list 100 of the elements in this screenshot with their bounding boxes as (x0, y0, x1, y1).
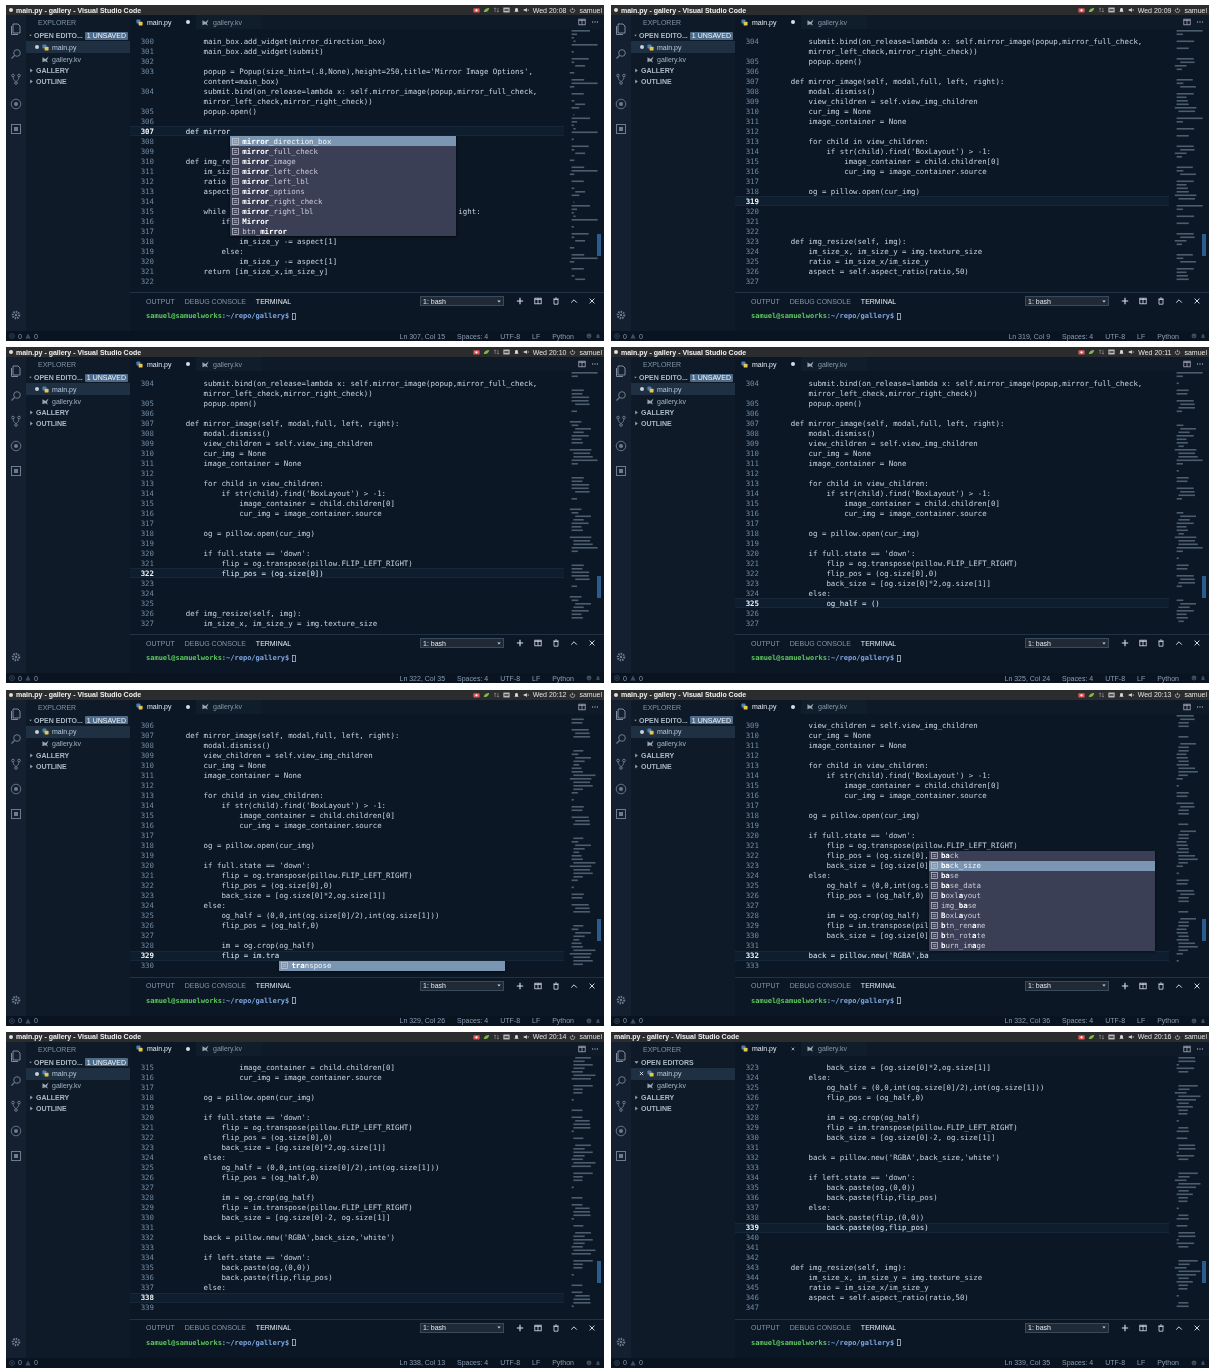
transfer-icon[interactable] (1097, 7, 1105, 13)
search-icon[interactable] (615, 1074, 627, 1087)
bell-icon[interactable] (1118, 349, 1126, 356)
power-icon[interactable] (569, 1033, 577, 1040)
plus-icon[interactable] (516, 1323, 524, 1332)
branch-icon[interactable] (615, 73, 627, 85)
caret-icon[interactable] (634, 1105, 639, 1111)
files-icon[interactable] (615, 365, 627, 378)
keyboard-icon[interactable] (1107, 691, 1115, 698)
chevron-up-icon[interactable] (1175, 981, 1183, 990)
caret-icon[interactable] (634, 763, 639, 769)
bell-icon[interactable] (1117, 7, 1125, 13)
unsaved-dot[interactable] (791, 362, 795, 367)
trash-icon[interactable] (552, 297, 560, 305)
split-editor-icon[interactable] (578, 702, 586, 711)
split-terminal-icon[interactable] (1139, 1323, 1147, 1332)
close-icon[interactable] (1193, 297, 1201, 305)
extensions-icon[interactable] (10, 1149, 22, 1162)
speaker-icon[interactable] (1127, 7, 1135, 13)
branch-icon[interactable] (10, 1099, 22, 1112)
extensions-icon[interactable] (615, 807, 627, 820)
debug-icon[interactable] (10, 1124, 22, 1137)
camera-icon[interactable] (472, 1033, 480, 1040)
leaf-icon[interactable] (482, 691, 490, 698)
transfer-icon[interactable] (492, 349, 500, 356)
extensions-icon[interactable] (10, 465, 22, 478)
transfer-icon[interactable] (492, 7, 500, 13)
trash-icon[interactable] (1157, 297, 1165, 305)
close-icon[interactable] (588, 1323, 596, 1332)
close-icon[interactable] (588, 981, 596, 990)
power-icon[interactable] (1174, 1033, 1182, 1040)
unsaved-dot[interactable] (186, 704, 190, 709)
settings-icon[interactable] (10, 651, 22, 664)
split-editor-icon[interactable] (1183, 702, 1191, 711)
plus-icon[interactable] (1121, 639, 1129, 648)
trash-icon[interactable] (552, 1323, 560, 1332)
caret-icon[interactable] (634, 1094, 639, 1100)
power-icon[interactable] (1174, 691, 1182, 698)
branch-icon[interactable] (615, 1099, 627, 1112)
debug-icon[interactable] (615, 98, 627, 110)
keyboard-icon[interactable] (1108, 349, 1116, 356)
extensions-icon[interactable] (615, 123, 627, 135)
files-icon[interactable] (10, 365, 22, 378)
split-editor-icon[interactable] (1183, 360, 1191, 369)
debug-icon[interactable] (615, 440, 627, 453)
speaker-icon[interactable] (522, 1033, 530, 1040)
caret-icon[interactable] (29, 752, 34, 758)
bell-icon[interactable] (512, 1033, 520, 1040)
files-icon[interactable] (10, 1049, 22, 1062)
extensions-icon[interactable] (10, 807, 22, 820)
search-icon[interactable] (615, 732, 627, 745)
caret-icon[interactable] (29, 68, 34, 73)
split-editor-icon[interactable] (1183, 1044, 1191, 1053)
caret-icon[interactable] (29, 410, 34, 416)
speaker-icon[interactable] (1127, 691, 1135, 698)
settings-icon[interactable] (615, 1335, 627, 1348)
leaf-icon[interactable] (1088, 349, 1096, 356)
close-icon[interactable] (1193, 981, 1201, 990)
files-icon[interactable] (615, 23, 627, 35)
speaker-icon[interactable] (522, 691, 530, 698)
chevron-up-icon[interactable] (1175, 1323, 1183, 1332)
search-icon[interactable] (615, 48, 627, 60)
transfer-icon[interactable] (492, 1033, 500, 1040)
split-terminal-icon[interactable] (534, 981, 542, 990)
close-icon[interactable] (588, 639, 596, 648)
plus-icon[interactable] (516, 981, 524, 990)
bell-icon[interactable] (512, 7, 520, 13)
camera-icon[interactable] (472, 349, 480, 356)
chevron-up-icon[interactable] (570, 981, 578, 990)
caret-icon[interactable] (29, 1105, 34, 1111)
search-icon[interactable] (10, 390, 22, 403)
keyboard-icon[interactable] (1107, 1033, 1115, 1040)
branch-icon[interactable] (10, 415, 22, 428)
trash-icon[interactable] (1157, 981, 1165, 990)
split-editor-icon[interactable] (1183, 18, 1191, 26)
keyboard-icon[interactable] (502, 691, 510, 698)
camera-icon[interactable] (1077, 7, 1085, 13)
trash-icon[interactable] (552, 639, 560, 648)
chevron-up-icon[interactable] (1175, 297, 1183, 305)
trash-icon[interactable] (1157, 1323, 1165, 1332)
settings-icon[interactable] (615, 993, 627, 1006)
split-terminal-icon[interactable] (534, 639, 542, 648)
settings-icon[interactable] (615, 309, 627, 321)
speaker-icon[interactable] (522, 349, 530, 356)
leaf-icon[interactable] (482, 7, 490, 13)
keyboard-icon[interactable] (502, 1033, 510, 1040)
unsaved-dot[interactable] (186, 1046, 190, 1051)
caret-icon[interactable] (634, 421, 639, 427)
plus-icon[interactable] (516, 639, 524, 648)
debug-icon[interactable] (10, 98, 22, 110)
search-icon[interactable] (615, 390, 627, 403)
search-icon[interactable] (10, 1074, 22, 1087)
camera-icon[interactable] (1077, 1033, 1085, 1040)
unsaved-dot[interactable] (791, 20, 795, 24)
close-icon[interactable] (588, 297, 596, 305)
caret-icon[interactable] (29, 79, 34, 84)
bell-icon[interactable] (512, 349, 520, 356)
trash-icon[interactable] (1157, 639, 1165, 648)
files-icon[interactable] (615, 1049, 627, 1062)
files-icon[interactable] (10, 707, 22, 720)
